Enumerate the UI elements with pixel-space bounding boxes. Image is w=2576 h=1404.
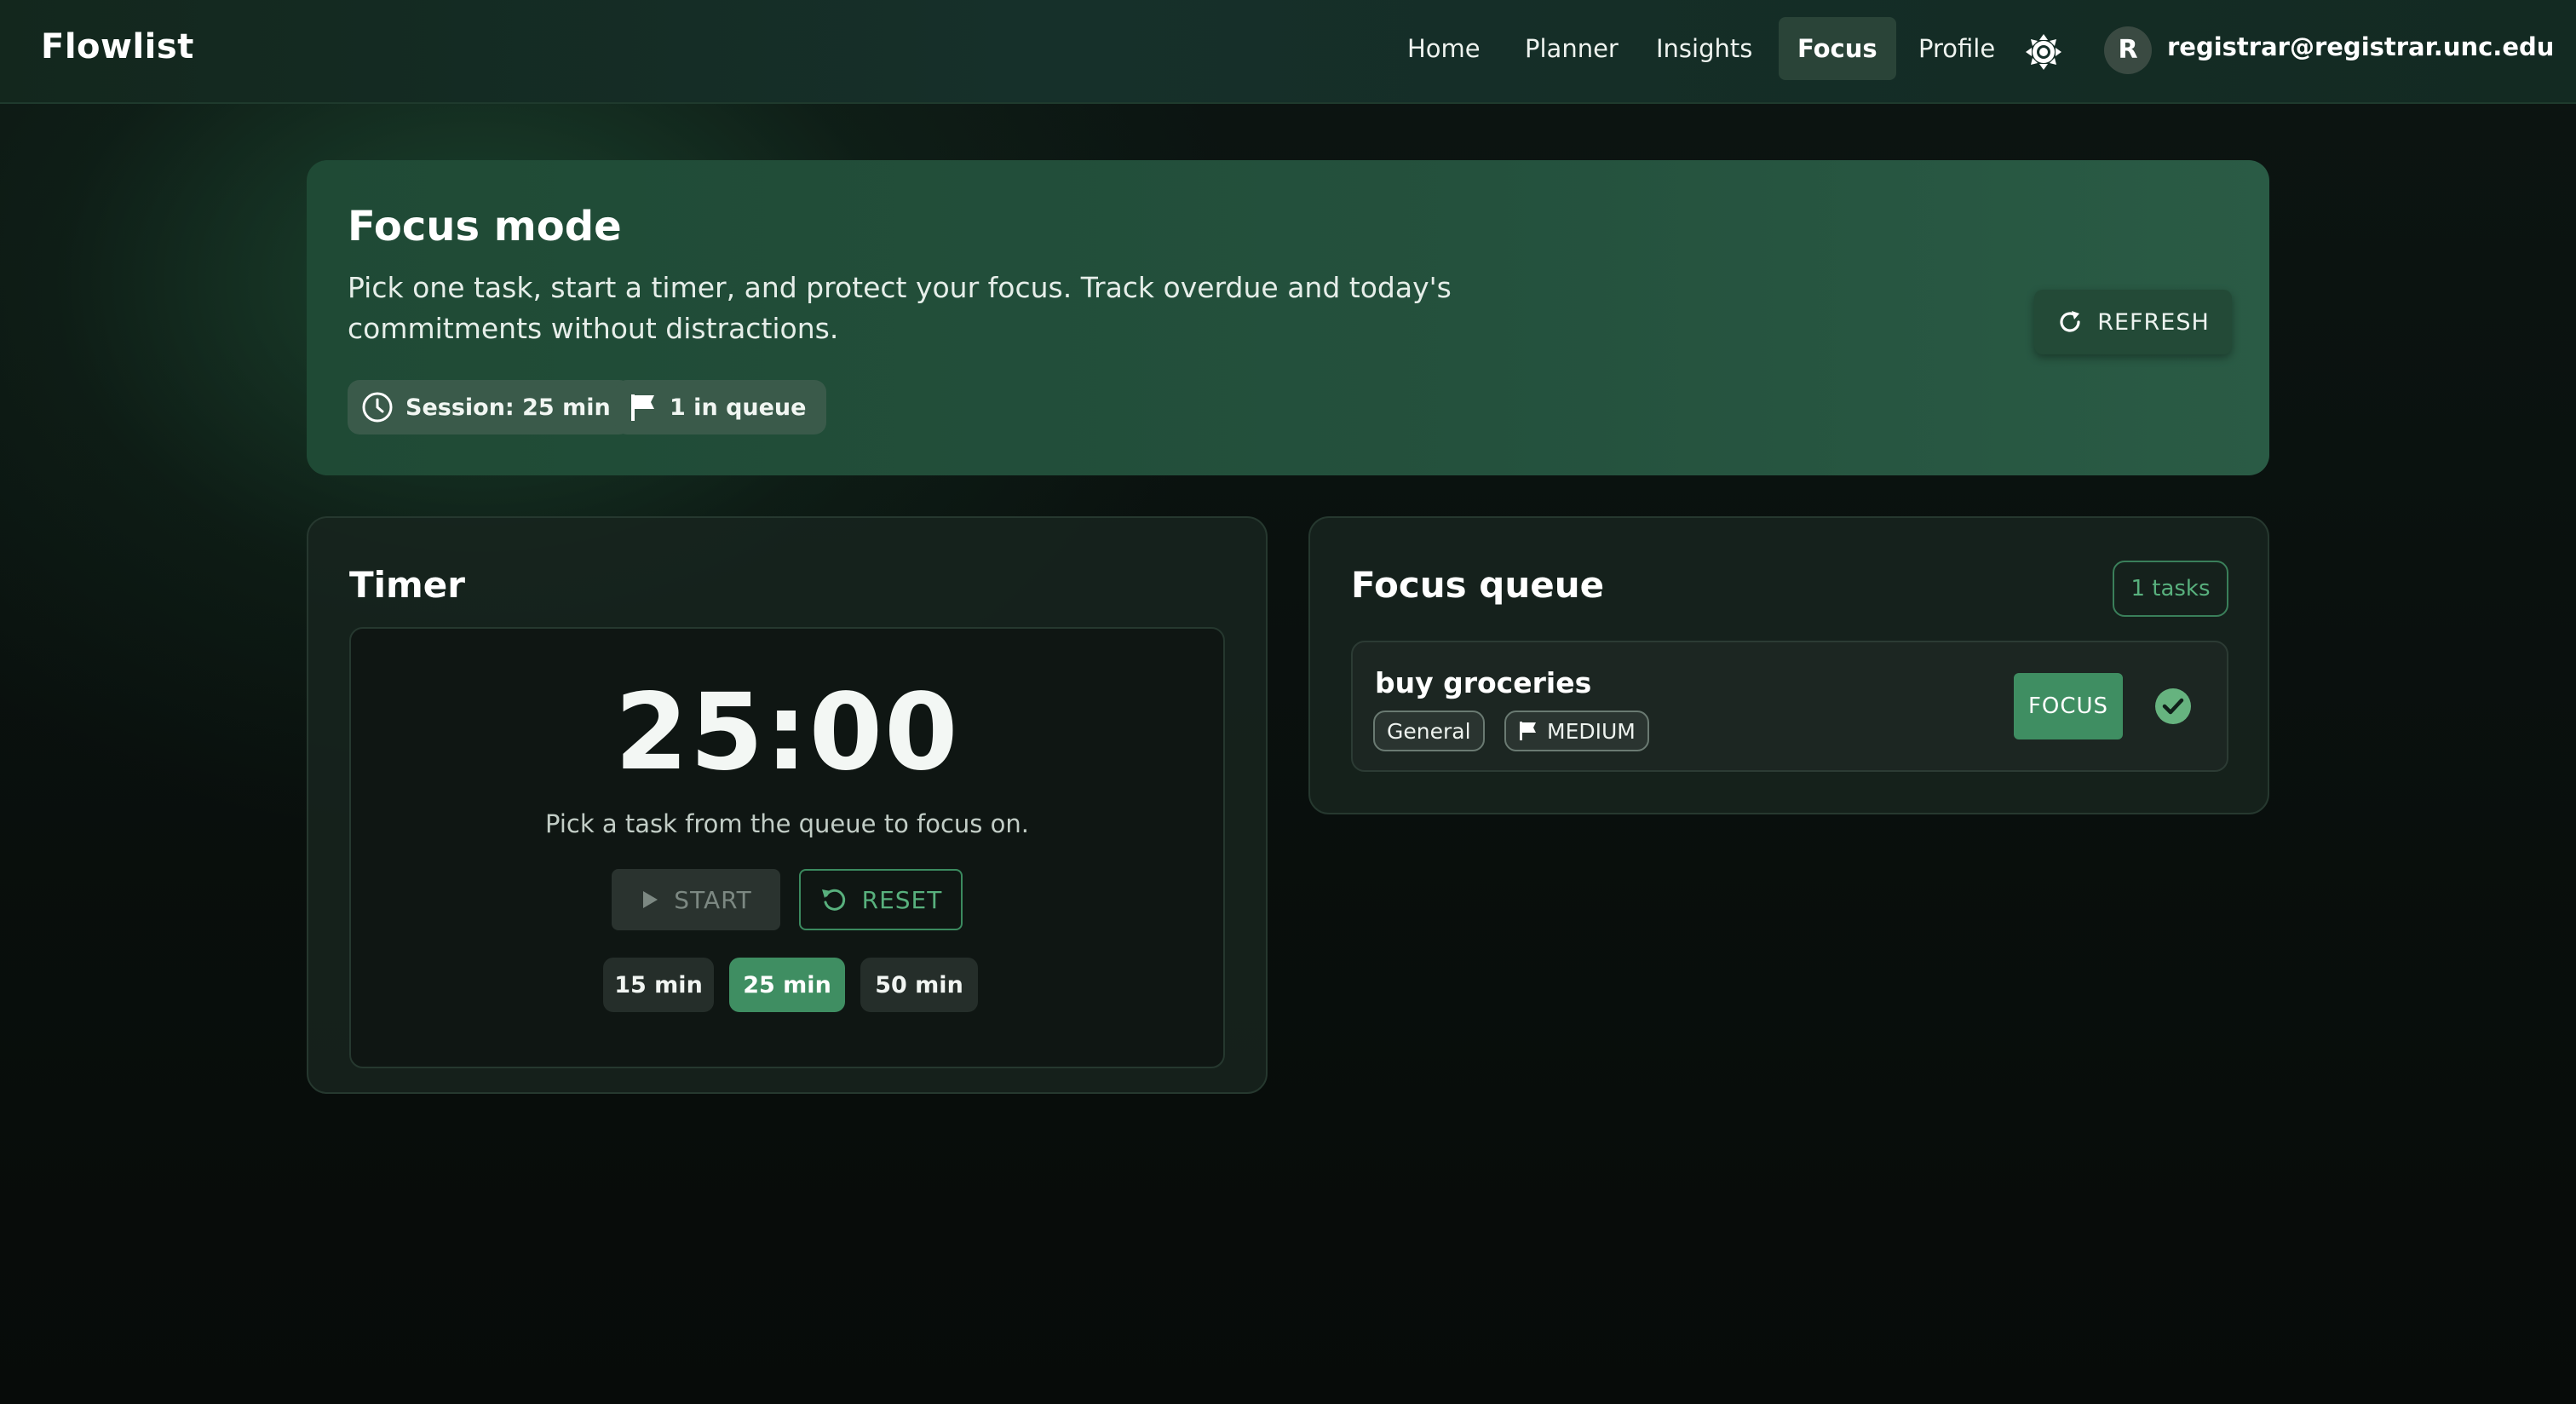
- complete-task-button[interactable]: [2153, 687, 2193, 726]
- duration-15-button[interactable]: 15 min: [603, 958, 714, 1012]
- focus-mode-hero: Focus mode Pick one task, start a timer,…: [307, 160, 2269, 475]
- timer-card: Timer 25:00 Pick a task from the queue t…: [307, 516, 1268, 1094]
- start-label: START: [674, 885, 752, 914]
- page-title: Focus mode: [348, 203, 622, 250]
- timer-display: 25:00: [614, 671, 960, 794]
- sun-icon: [2024, 32, 2063, 72]
- nav-insights[interactable]: Insights: [1637, 17, 1771, 80]
- user-email[interactable]: registrar@registrar.unc.edu: [2167, 32, 2554, 61]
- nav-home[interactable]: Home: [1389, 17, 1499, 80]
- focus-task-button[interactable]: FOCUS: [2014, 673, 2123, 739]
- reset-button[interactable]: RESET: [799, 869, 963, 930]
- priority-tag-label: MEDIUM: [1547, 718, 1636, 744]
- reset-icon: [819, 885, 848, 914]
- queue-count-chip-label: 1 in queue: [670, 394, 807, 421]
- session-chip: Session: 25 min: [348, 380, 631, 434]
- start-button[interactable]: START: [612, 869, 780, 930]
- category-tag: General: [1373, 711, 1485, 751]
- queue-count-chip: 1 in queue: [615, 380, 827, 434]
- timer-panel: 25:00 Pick a task from the queue to focu…: [349, 627, 1225, 1068]
- nav-planner[interactable]: Planner: [1506, 17, 1637, 80]
- category-tag-label: General: [1387, 718, 1471, 744]
- refresh-label: REFRESH: [2097, 308, 2210, 336]
- focus-queue-title: Focus queue: [1351, 564, 1605, 606]
- user-avatar[interactable]: R: [2104, 26, 2152, 74]
- priority-tag: MEDIUM: [1504, 711, 1649, 751]
- reset-label: RESET: [861, 885, 943, 914]
- nav-focus[interactable]: Focus: [1779, 17, 1896, 80]
- duration-25-button[interactable]: 25 min: [729, 958, 845, 1012]
- queue-item[interactable]: buy groceries General MEDIUM FOCUS: [1351, 641, 2228, 772]
- app-logo[interactable]: Flowlist: [41, 27, 194, 66]
- theme-toggle-button[interactable]: [2021, 29, 2067, 75]
- task-title: buy groceries: [1375, 666, 1592, 699]
- focus-queue-card: Focus queue 1 tasks buy groceries Genera…: [1308, 516, 2269, 814]
- task-count-badge: 1 tasks: [2113, 561, 2228, 617]
- nav-profile[interactable]: Profile: [1900, 17, 2014, 80]
- session-chip-label: Session: 25 min: [405, 394, 611, 421]
- refresh-icon: [2056, 308, 2084, 336]
- clock-icon: [361, 391, 394, 423]
- top-navbar: Flowlist Home Planner Insights Focus Pro…: [0, 0, 2576, 104]
- timer-hint: Pick a task from the queue to focus on.: [545, 809, 1029, 838]
- flag-icon: [1518, 720, 1538, 742]
- refresh-button[interactable]: REFRESH: [2034, 290, 2232, 354]
- duration-50-button[interactable]: 50 min: [860, 958, 978, 1012]
- timer-title: Timer: [349, 564, 466, 606]
- flag-icon: [629, 392, 658, 423]
- page-description: Pick one task, start a timer, and protec…: [348, 271, 1452, 345]
- check-circle-icon: [2153, 687, 2193, 726]
- play-icon: [640, 889, 660, 911]
